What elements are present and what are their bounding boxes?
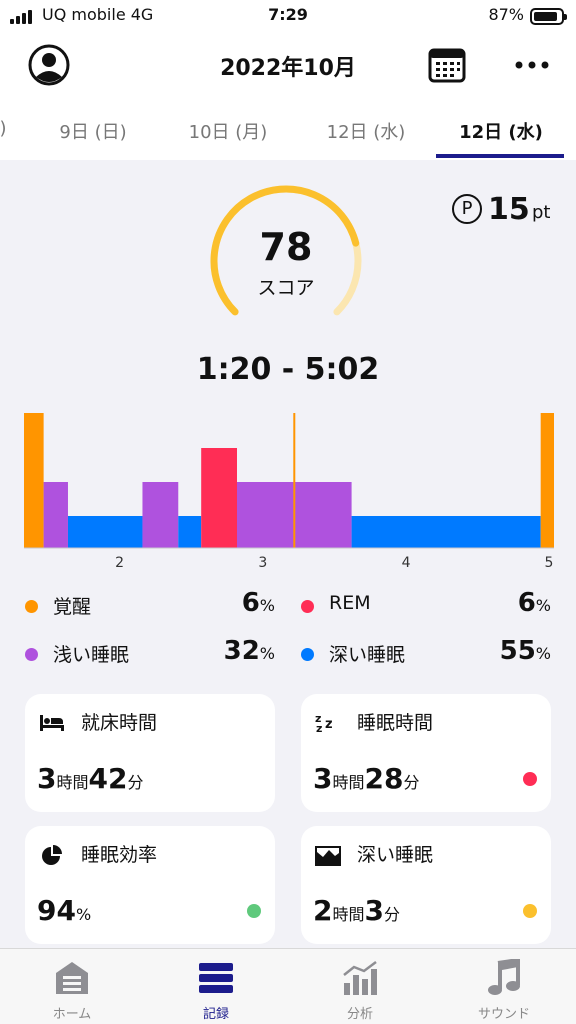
legend-dot-rem xyxy=(301,600,314,613)
date-tab[interactable]: 10日 (月) xyxy=(163,118,293,144)
nav-sound[interactable]: サウンド xyxy=(432,949,576,1024)
legend-dot-deep xyxy=(301,648,314,661)
card-title: 就床時間 xyxy=(81,712,158,734)
zzz-icon: z z z xyxy=(315,712,333,734)
x-tick-label: 3 xyxy=(258,555,267,571)
x-tick-label: 5 xyxy=(545,555,554,571)
svg-text:z: z xyxy=(316,722,322,734)
card-value: 3時間42分 xyxy=(37,762,144,795)
calendar-button[interactable] xyxy=(428,47,466,83)
legend-value: 6% xyxy=(241,588,275,618)
nav-label: サウンド xyxy=(477,1007,530,1022)
stage-bar-rem xyxy=(201,448,237,548)
status-bar: UQ mobile 4G 7:29 87% xyxy=(0,0,576,34)
date-tabs: ) 9日 (日) 10日 (月) 12日 (水) 12日 (水) xyxy=(0,112,576,160)
home-icon xyxy=(56,962,88,994)
stage-bar-light xyxy=(43,482,68,548)
card-value: 3時間28分 xyxy=(313,762,420,795)
legend-deep-sleep: 深い睡眠 55% xyxy=(301,636,551,670)
deep-sleep-card[interactable]: 深い睡眠 2時間3分 xyxy=(301,826,551,944)
legend-label: 深い睡眠 xyxy=(329,644,406,666)
nav-home[interactable]: ホーム xyxy=(0,949,144,1024)
bed-icon xyxy=(40,715,64,731)
nav-label: 分析 xyxy=(346,1007,373,1022)
date-tab-active[interactable]: 12日 (水) xyxy=(436,118,566,144)
sleep-efficiency-card[interactable]: 睡眠効率 94% xyxy=(25,826,275,944)
mountain-icon xyxy=(315,846,341,866)
nav-label: 記録 xyxy=(202,1007,229,1022)
music-note-icon xyxy=(488,959,520,995)
battery-percent: 87% xyxy=(488,5,524,24)
battery-icon xyxy=(530,8,567,25)
status-dot xyxy=(247,904,261,918)
sleep-time-range: 1:20 - 5:02 xyxy=(196,352,380,387)
status-dot xyxy=(523,772,537,786)
legend-light-sleep: 浅い睡眠 32% xyxy=(25,636,275,670)
score-label: スコア xyxy=(257,277,315,299)
legend-value: 6% xyxy=(517,588,551,618)
stage-bar-deep xyxy=(67,516,143,548)
analytics-icon xyxy=(343,961,377,995)
card-title: 睡眠時間 xyxy=(357,712,434,734)
stage-bar-awake xyxy=(540,413,554,548)
points-icon: P xyxy=(452,194,482,224)
legend-dot-awake xyxy=(25,600,38,613)
more-menu-button[interactable] xyxy=(512,56,552,74)
legend-label: REM xyxy=(329,592,371,614)
score-value: 78 xyxy=(259,225,313,269)
stage-bar-light xyxy=(142,482,179,548)
x-tick-label: 4 xyxy=(402,555,411,571)
legend-value: 32% xyxy=(223,636,275,666)
calendar-icon xyxy=(428,48,466,83)
sleep-stage-chart: 2 3 4 5 xyxy=(24,413,554,571)
nav-analytics[interactable]: 分析 xyxy=(288,949,432,1024)
card-value: 94% xyxy=(37,894,92,927)
legend-value: 55% xyxy=(499,636,551,666)
legend-label: 浅い睡眠 xyxy=(53,644,130,666)
nav-records[interactable]: 記録 xyxy=(144,949,288,1024)
nav-label: ホーム xyxy=(52,1007,92,1022)
card-value: 2時間3分 xyxy=(313,894,400,927)
records-icon xyxy=(199,963,233,993)
status-dot xyxy=(523,904,537,918)
legend-awake: 覚醒 6% xyxy=(25,588,275,622)
x-tick-label: 2 xyxy=(115,555,124,571)
legend-label: 覚醒 xyxy=(53,596,92,618)
top-panel: UQ mobile 4G 7:29 87% 2022年10月 ) 9日 (日) … xyxy=(0,0,576,160)
date-tab[interactable]: 12日 (水) xyxy=(301,118,431,144)
card-title: 睡眠効率 xyxy=(81,844,158,866)
svg-text:z: z xyxy=(325,717,333,732)
active-tab-indicator xyxy=(436,154,564,158)
ellipsis-icon xyxy=(515,61,549,69)
battery-level xyxy=(534,12,557,21)
points-value: 15 xyxy=(488,192,530,227)
sleep-time-card[interactable]: z z z 睡眠時間 3時間28分 xyxy=(301,694,551,812)
time-in-bed-card[interactable]: 就床時間 3時間42分 xyxy=(25,694,275,812)
legend-rem: REM 6% xyxy=(301,588,551,622)
date-tab[interactable]: 9日 (日) xyxy=(28,118,158,144)
pie-icon xyxy=(42,845,62,865)
points-unit: pt xyxy=(532,202,551,223)
stage-bar-awake xyxy=(24,413,44,548)
stage-bar-deep xyxy=(178,516,202,548)
card-title: 深い睡眠 xyxy=(357,844,434,866)
legend-dot-light xyxy=(25,648,38,661)
stage-bar-deep xyxy=(351,516,541,548)
bottom-nav: ホーム 記録 分析 サウンド xyxy=(0,948,576,1024)
page-title: 2022年10月 xyxy=(220,56,356,81)
